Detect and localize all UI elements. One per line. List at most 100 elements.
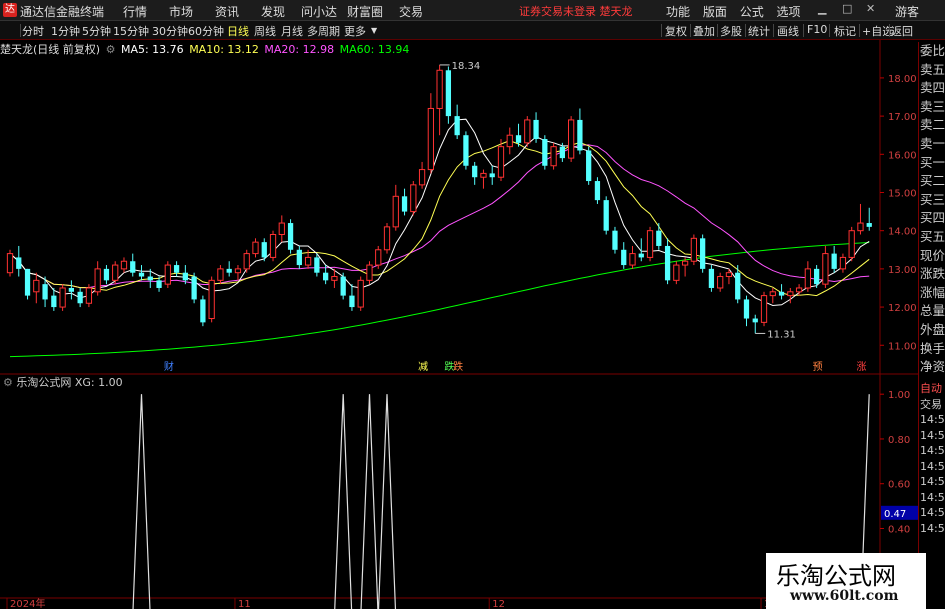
candle-body [33, 279, 40, 293]
period-monthly[interactable]: 月线 [281, 23, 303, 39]
candle-body [497, 146, 505, 178]
candle-body [261, 242, 267, 258]
auto-trade-label[interactable]: 自动 [919, 381, 945, 397]
menu-wealth[interactable]: 财富圈 [342, 3, 388, 20]
guest-label[interactable]: 游客 [895, 3, 919, 20]
candle-body [673, 264, 680, 281]
candle-body [77, 291, 83, 304]
candle-body [472, 165, 478, 178]
draw-line-button[interactable]: 画线 [777, 23, 799, 39]
trade-time: 14:56 [920, 475, 945, 488]
indicator-tick-label: 0.60 [888, 480, 910, 491]
period-daily[interactable]: 日线 [227, 23, 249, 39]
settings-gear-icon[interactable]: ⚙ [3, 376, 16, 389]
candle-body [427, 107, 434, 171]
side-label: 净资 [920, 359, 945, 375]
candle-body [778, 291, 785, 296]
date-tick-label: 2024年 [10, 597, 45, 609]
minimize-icon[interactable]: ▁ [818, 2, 826, 15]
maximize-icon[interactable]: □ [842, 2, 852, 15]
menu-layout[interactable]: 版面 [703, 3, 727, 20]
period-15min[interactable]: 15分钟 [113, 23, 149, 39]
candle-body [831, 253, 837, 269]
period-5min[interactable]: 5分钟 [82, 23, 111, 39]
candle-body [559, 146, 565, 159]
candle-body [296, 249, 302, 266]
price-tick-label: 12.00 [888, 303, 917, 314]
candle-body [269, 234, 277, 258]
side-label: 买三 [920, 191, 945, 207]
period-weekly[interactable]: 周线 [254, 23, 276, 39]
menu-ask[interactable]: 问小达 [296, 3, 342, 20]
candle-body [392, 195, 399, 228]
price-tick-label: 16.00 [888, 150, 917, 161]
candle-body [550, 146, 557, 167]
candle-body [401, 196, 408, 212]
side-label: 外盘 [920, 321, 945, 337]
back-button[interactable]: 返回 [891, 23, 913, 39]
trade-time: 14:56 [920, 459, 945, 473]
candle-body [769, 291, 776, 297]
close-icon[interactable]: ✕ [866, 2, 875, 15]
candle-body [226, 268, 232, 273]
menu-news[interactable]: 资讯 [204, 3, 250, 20]
trade-time: 14:56 [920, 413, 945, 426]
candle-body [191, 276, 197, 300]
candle-body [743, 299, 750, 319]
candle-body [217, 268, 224, 281]
side-label: 总量 [920, 303, 945, 319]
candle-body [717, 276, 724, 289]
watermark-url: www.60lt.com [790, 588, 899, 604]
candle-body [839, 256, 847, 270]
trade-label: 交易 [920, 397, 942, 411]
candle-body [418, 169, 426, 186]
side-label: 卖三 [920, 98, 945, 114]
menu-function[interactable]: 功能 [666, 3, 690, 20]
date-tick-label: 11 [238, 599, 251, 609]
price-chart[interactable]: 11.00 12.00 13.00 14.00 15.00 16.00 17.00 18.00… [0, 40, 918, 609]
candle-body [278, 222, 285, 236]
candle-body [568, 119, 575, 159]
period-30min[interactable]: 30分钟 [152, 23, 188, 39]
period-more[interactable]: 更多 [344, 23, 366, 39]
price-tick-label: 15.00 [888, 188, 917, 199]
menu-quotes[interactable]: 行情 [112, 3, 158, 20]
chevron-down-icon[interactable]: ▼ [371, 26, 377, 35]
menu-formula[interactable]: 公式 [740, 3, 764, 20]
period-1min[interactable]: 1分钟 [51, 23, 80, 39]
indicator-header: ⚙ 乐淘公式网 XG: 1.00 [3, 374, 123, 390]
mark-button[interactable]: 标记 [834, 23, 856, 39]
candle-body [700, 238, 706, 269]
trade-time: 14:56 [920, 490, 945, 504]
candle-body [594, 181, 601, 201]
candle-body [542, 139, 548, 166]
candle-body [323, 272, 329, 281]
candle-body [813, 268, 820, 285]
candle-body [24, 268, 31, 296]
candle-body [735, 272, 741, 300]
period-tick[interactable]: 分时 [22, 23, 44, 39]
side-label: 卖四 [920, 80, 945, 96]
trade-time: 14:56 [920, 444, 945, 457]
period-60min[interactable]: 60分钟 [188, 23, 224, 39]
overlay-button[interactable]: 叠加 [693, 23, 715, 39]
candle-body [120, 260, 128, 270]
stats-button[interactable]: 统计 [748, 23, 770, 39]
event-tag: 涨 [856, 361, 866, 373]
menu-trade[interactable]: 交易 [388, 3, 434, 20]
menu-options[interactable]: 选项 [777, 3, 801, 20]
candle-body [112, 264, 119, 281]
candle-body [182, 272, 188, 281]
event-tag: 财 [164, 360, 174, 373]
period-multi[interactable]: 多周期 [307, 23, 340, 39]
f10-button[interactable]: F10 [807, 23, 827, 36]
candle-body [463, 135, 469, 166]
menu-discover[interactable]: 发现 [250, 3, 296, 20]
login-notice[interactable]: 证券交易未登录 楚天龙 [519, 3, 633, 19]
price-tick-label: 14.00 [888, 227, 917, 238]
side-label: 买二 [920, 173, 945, 189]
side-label: 卖二 [920, 117, 945, 133]
multi-stock-button[interactable]: 多股 [720, 23, 742, 39]
adjust-button[interactable]: 复权 [665, 23, 687, 39]
menu-market[interactable]: 市场 [158, 3, 204, 20]
